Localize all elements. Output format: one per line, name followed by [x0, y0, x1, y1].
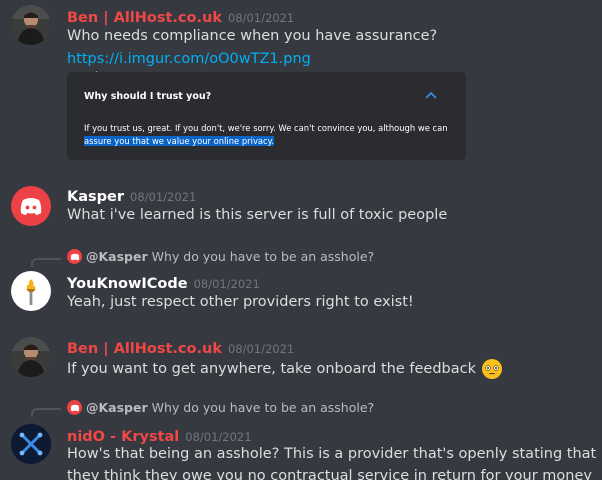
- message-ben-2: Ben | AllHost.co.uk 08/01/2021 If you wan…: [0, 320, 602, 395]
- avatar-youknowicode[interactable]: [11, 271, 51, 311]
- author-name[interactable]: Kasper: [67, 189, 124, 205]
- chevron-up-icon[interactable]: [424, 90, 438, 100]
- author-name[interactable]: nidO - Krystal: [67, 429, 179, 445]
- message-text: How's that being an asshole? This is a p…: [67, 446, 597, 462]
- reply-connector: [31, 408, 61, 417]
- author-name[interactable]: Ben | AllHost.co.uk: [67, 341, 222, 357]
- torch-icon: [26, 279, 36, 305]
- message-text: Yeah, just respect other providers right…: [67, 294, 414, 310]
- reply-author[interactable]: @Kasper: [86, 400, 148, 415]
- timestamp: 08/01/2021: [193, 277, 260, 291]
- message-ben-1: Ben | AllHost.co.uk 08/01/2021 Who needs …: [0, 0, 602, 170]
- avatar-kasper[interactable]: [11, 186, 51, 226]
- message-header: YouKnowICode 08/01/2021: [67, 273, 260, 292]
- avatar-ben[interactable]: [11, 337, 51, 377]
- message-header: nidO - Krystal 08/01/2021: [67, 426, 252, 445]
- message-nido-krystal: @Kasper Why do you have to be an asshole…: [0, 395, 602, 480]
- message-link[interactable]: https://i.imgur.com/oO0wTZ1.png: [67, 51, 311, 67]
- message-kasper: Kasper 08/01/2021 What i've learned is th…: [0, 170, 602, 240]
- timestamp: 08/01/2021: [227, 11, 295, 25]
- message-text: What i've learned is this server is full…: [67, 207, 448, 223]
- avatar-ben[interactable]: [11, 5, 51, 45]
- timestamp: 08/01/2021: [227, 342, 295, 356]
- reply-author[interactable]: @Kasper: [86, 249, 148, 264]
- author-name[interactable]: Ben | AllHost.co.uk: [67, 10, 222, 26]
- message-header: Ben | AllHost.co.uk 08/01/2021: [67, 338, 294, 357]
- embed-body-text: If you trust us, great. If you don't, we…: [84, 123, 448, 133]
- flushed-face-emoji-icon[interactable]: [481, 358, 503, 380]
- krystal-logo-icon: [11, 424, 51, 464]
- embed-body-selected-text: assure you that we value your online pri…: [84, 136, 275, 146]
- message-text: they think they owe you no contractual s…: [67, 468, 592, 480]
- reply-connector: [31, 258, 61, 267]
- message-header: Ben | AllHost.co.uk 08/01/2021: [67, 7, 294, 26]
- avatar-nido-krystal[interactable]: [11, 424, 51, 464]
- embed-title: Why should I trust you?: [84, 91, 212, 102]
- reply-text: Why do you have to be an asshole?: [151, 249, 375, 264]
- message-youknowicode: @Kasper Why do you have to be an asshole…: [0, 240, 602, 320]
- message-text: If you want to get anywhere, take onboar…: [67, 361, 477, 377]
- timestamp: 08/01/2021: [185, 430, 252, 444]
- author-name[interactable]: YouKnowICode: [67, 276, 188, 292]
- reply-preview[interactable]: @Kasper Why do you have to be an asshole…: [67, 400, 374, 415]
- discord-logo-icon: [67, 249, 82, 264]
- discord-logo-icon: [20, 198, 42, 215]
- reply-preview[interactable]: @Kasper Why do you have to be an asshole…: [67, 249, 374, 264]
- link-embed[interactable]: Why should I trust you? If you trust us,…: [67, 72, 466, 160]
- embed-body: If you trust us, great. If you don't, we…: [84, 122, 454, 148]
- reply-text: Why do you have to be an asshole?: [151, 400, 375, 415]
- message-text: Who needs compliance when you have assur…: [67, 28, 438, 44]
- message-text-row: If you want to get anywhere, take onboar…: [67, 358, 503, 380]
- discord-logo-icon: [67, 400, 82, 415]
- message-header: Kasper 08/01/2021: [67, 186, 196, 205]
- timestamp: 08/01/2021: [130, 190, 197, 204]
